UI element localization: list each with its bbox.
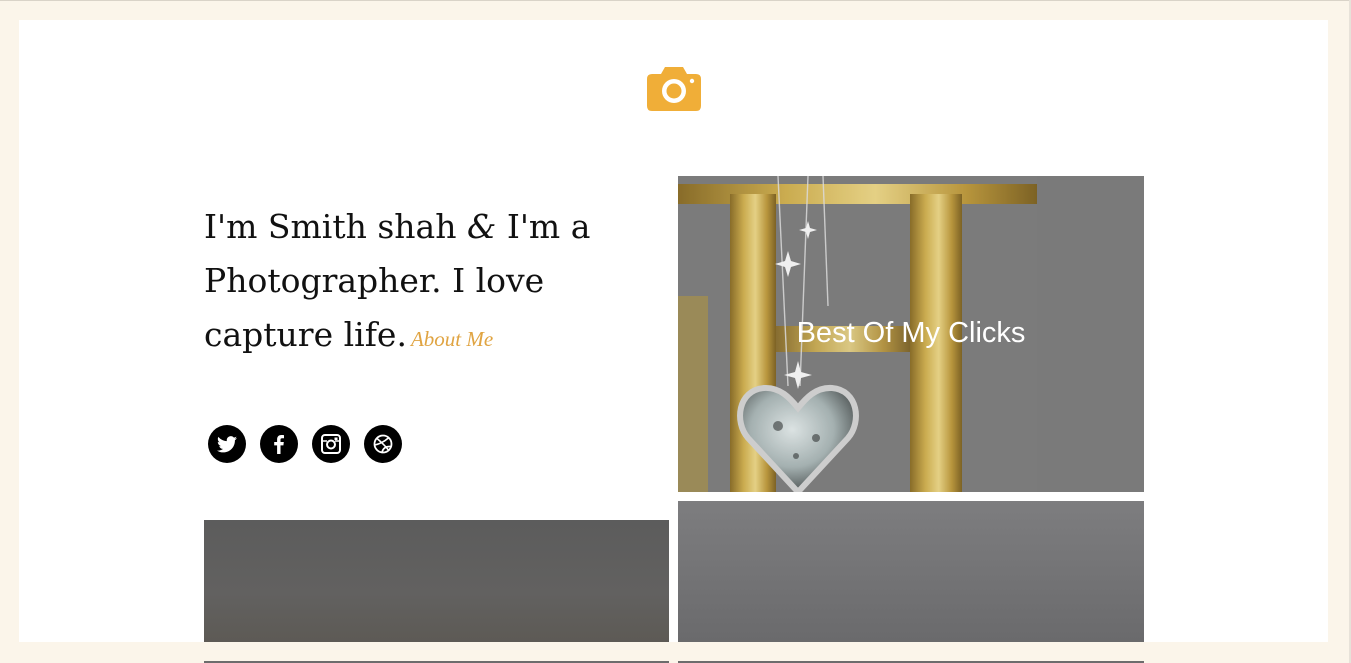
twitter-button[interactable]: [208, 425, 246, 463]
camera-icon[interactable]: [647, 67, 701, 111]
page-frame: I'm Smith shah & I'm a Photographer. I l…: [19, 20, 1328, 642]
about-me-link[interactable]: About Me: [411, 327, 493, 351]
dribbble-button[interactable]: [364, 425, 402, 463]
intro-heading: I'm Smith shah & I'm a Photographer. I l…: [204, 200, 624, 366]
instagram-icon: [321, 434, 341, 454]
dribbble-icon: [373, 434, 393, 454]
twitter-icon: [217, 435, 237, 452]
facebook-button[interactable]: [260, 425, 298, 463]
facebook-icon: [274, 434, 284, 454]
instagram-button[interactable]: [312, 425, 350, 463]
featured-gallery-tile[interactable]: Best Of My Clicks: [678, 176, 1144, 492]
social-links: [208, 425, 402, 463]
gallery-tile[interactable]: [204, 520, 669, 642]
intro-ampersand: &: [466, 207, 497, 246]
intro-text-start: I'm Smith shah: [204, 207, 467, 246]
top-divider: [0, 0, 1351, 1]
gallery-tile[interactable]: [678, 501, 1144, 642]
featured-title: Best Of My Clicks: [796, 317, 1026, 349]
